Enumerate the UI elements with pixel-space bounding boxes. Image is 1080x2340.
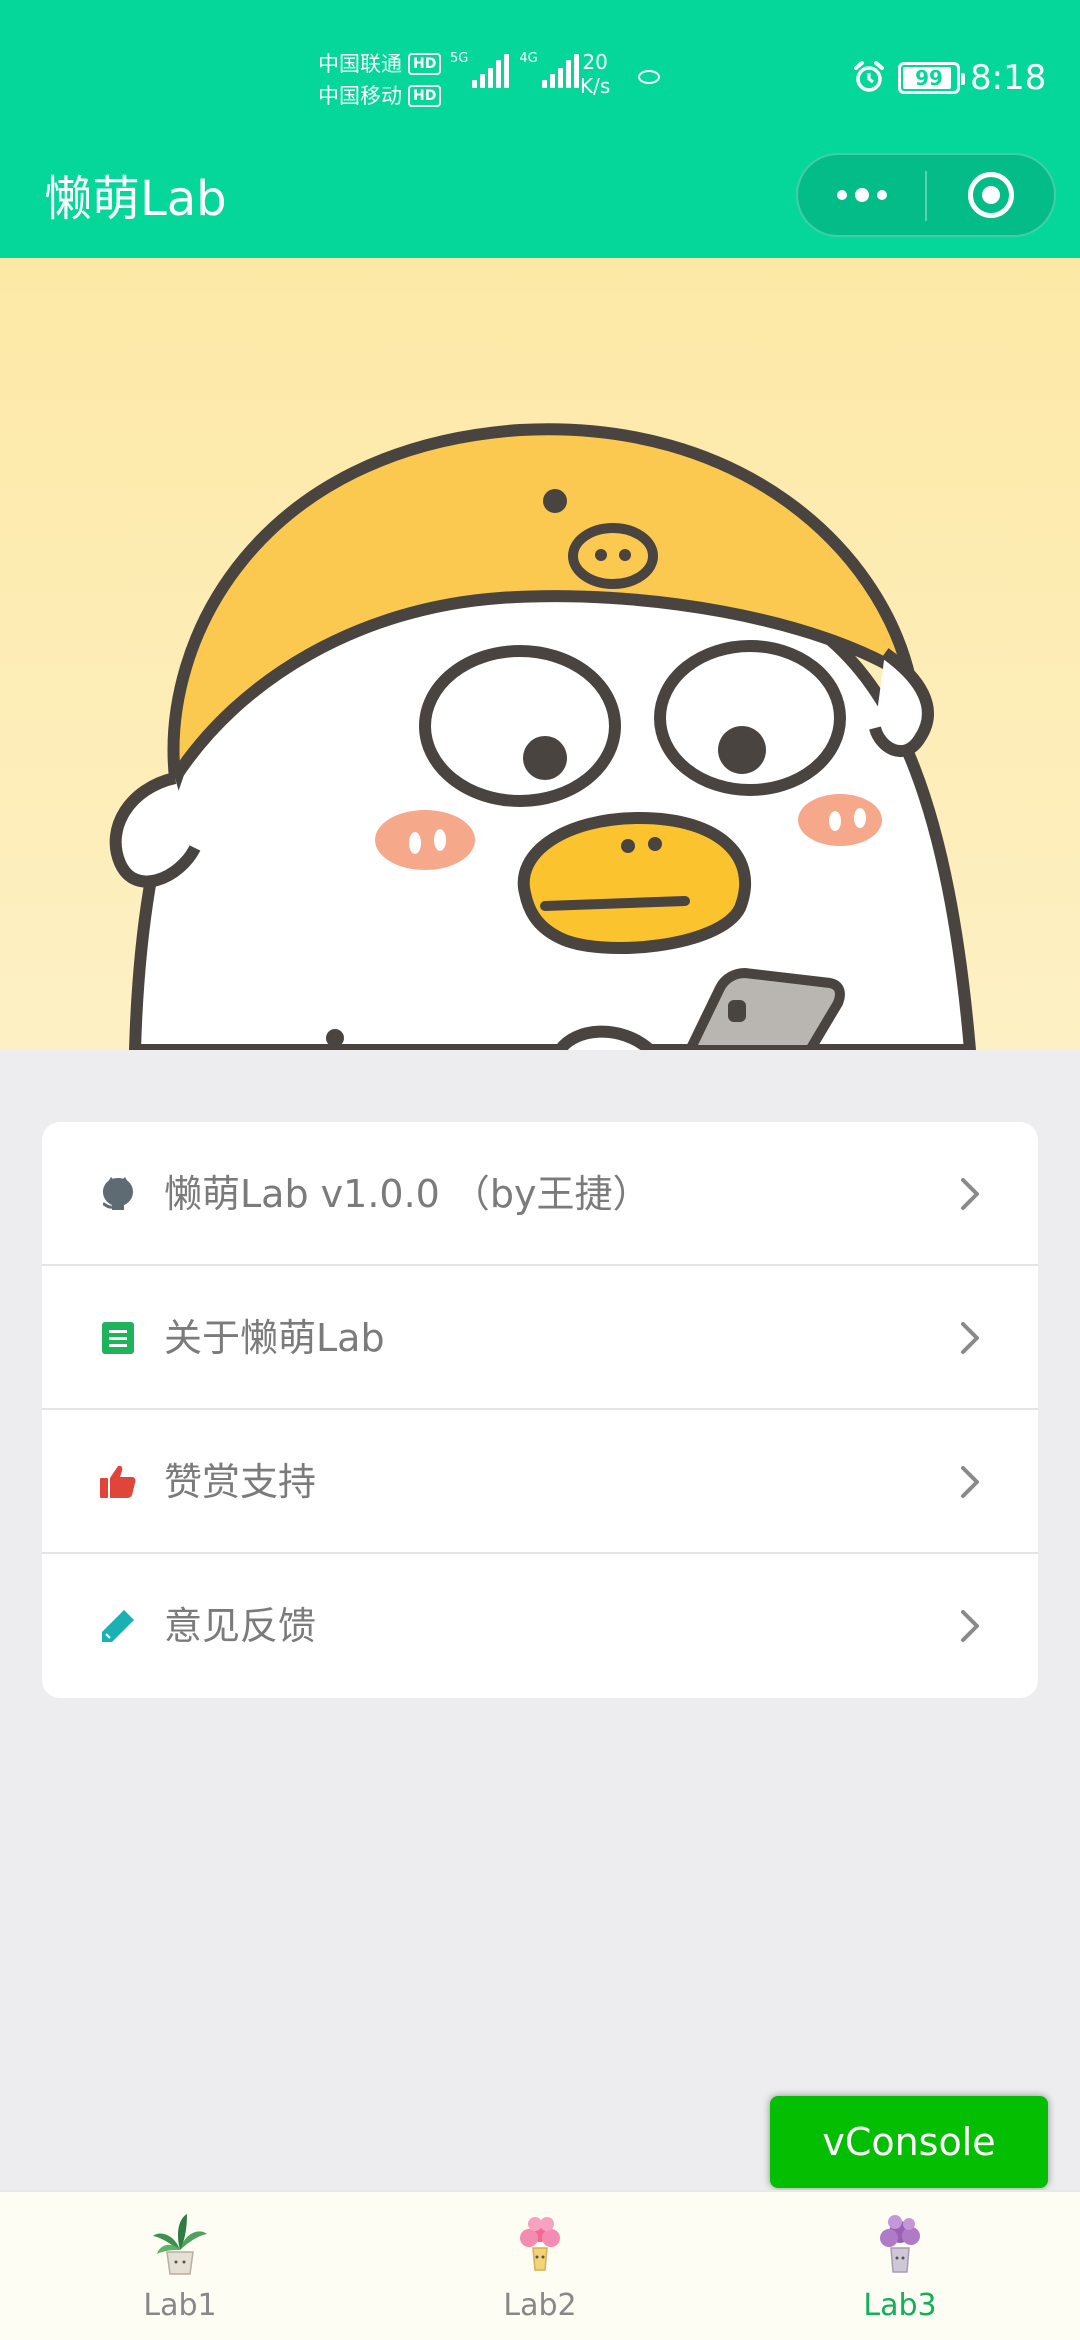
nav-bar: 懒萌Lab	[0, 150, 1080, 258]
pencil-icon	[102, 1610, 134, 1642]
speed-unit: K/s	[580, 74, 611, 98]
tab-label: Lab3	[863, 2288, 937, 2323]
chevron-right-icon	[961, 1178, 979, 1210]
vconsole-button[interactable]: vConsole	[770, 2096, 1048, 2188]
menu-item-label: 赞赏支持	[164, 1460, 317, 1504]
signal-icon	[541, 52, 579, 88]
tab-lab1[interactable]: Lab1	[0, 2192, 360, 2340]
menu-item-donate[interactable]: 赞赏支持	[42, 1410, 1038, 1554]
document-icon	[102, 1322, 134, 1354]
battery-level: 99	[915, 66, 943, 90]
chevron-right-icon	[961, 1466, 979, 1498]
chevron-right-icon	[961, 1610, 979, 1642]
banner-image	[0, 258, 1080, 1050]
chevron-right-icon	[961, 1322, 979, 1354]
purple-flower-pot-icon	[880, 2215, 920, 2273]
mini-program-capsule	[796, 153, 1056, 237]
page-title: 懒萌Lab	[44, 171, 227, 227]
tab-label: Lab1	[143, 2288, 217, 2323]
alarm-clock-icon	[854, 61, 884, 92]
target-icon	[967, 172, 1014, 218]
menu-item-about[interactable]: 关于懒萌Lab	[42, 1266, 1038, 1410]
thumbs-up-icon	[100, 1465, 136, 1498]
menu-item-label: 懒萌Lab v1.0.0 （by王捷）	[164, 1172, 651, 1216]
menu-item-label: 关于懒萌Lab	[164, 1316, 385, 1360]
hd-badge: HD	[408, 85, 442, 107]
more-button[interactable]	[798, 155, 925, 235]
network-label-4g: 4G	[519, 51, 538, 66]
potted-plant-icon	[153, 2214, 207, 2275]
menu-item-feedback[interactable]: 意见反馈	[42, 1554, 1038, 1698]
menu-item-label: 意见反馈	[164, 1604, 317, 1648]
carrier-info: 中国联通 HD 中国移动 HD	[318, 48, 442, 112]
network-label-5g: 5G	[450, 51, 469, 66]
speed-value: 20	[582, 50, 608, 74]
carrier-2: 中国移动	[318, 84, 402, 108]
eye-icon	[638, 70, 660, 84]
more-dots-icon	[836, 188, 887, 202]
tab-lab3[interactable]: Lab3	[720, 2192, 1080, 2340]
pink-flower-pot-icon	[520, 2217, 560, 2271]
tab-label: Lab2	[503, 2288, 577, 2323]
hd-badge: HD	[408, 53, 442, 75]
network-speed: 20 K/s	[580, 50, 610, 98]
status-bar: 中国联通 HD 中国移动 HD 5G 4G 20 K/s 99 8:18	[0, 0, 1080, 150]
signal-indicators: 5G 4G	[450, 52, 579, 88]
status-time: 8:18	[970, 58, 1047, 98]
menu-item-version[interactable]: 懒萌Lab v1.0.0 （by王捷）	[42, 1122, 1038, 1266]
menu-list: 懒萌Lab v1.0.0 （by王捷） 关于懒萌Lab 赞赏支持 意见反馈	[42, 1122, 1038, 1698]
tab-bar: Lab1 Lab2 Lab3	[0, 2190, 1080, 2340]
carrier-1: 中国联通	[318, 52, 402, 76]
signal-icon	[472, 52, 510, 88]
duck-illustration	[0, 258, 1080, 1050]
tab-lab2[interactable]: Lab2	[360, 2192, 720, 2340]
github-icon	[102, 1177, 133, 1210]
close-mini-program-button[interactable]	[927, 155, 1054, 235]
battery-icon: 99	[898, 62, 965, 94]
